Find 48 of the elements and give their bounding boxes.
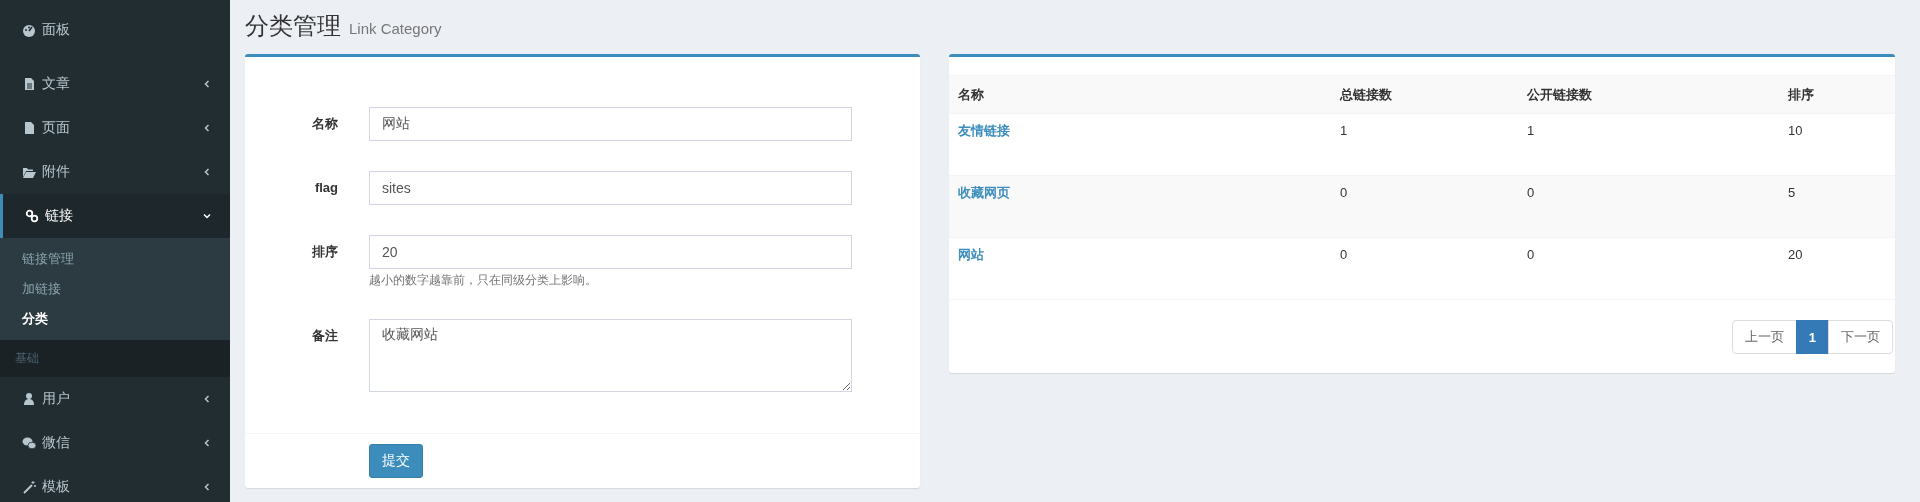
page-subtitle: Link Category (349, 20, 442, 37)
wand-icon (22, 480, 36, 494)
document-icon (22, 77, 36, 91)
next-page-button[interactable]: 下一页 (1828, 320, 1893, 354)
prev-page-button[interactable]: 上一页 (1731, 320, 1797, 354)
table-cell: 20 (1779, 237, 1895, 300)
table-cell: 0 (1331, 237, 1518, 300)
field-label: 名称 (311, 115, 338, 133)
column-header: 公开链接数 (1518, 75, 1779, 114)
sidebar-item[interactable]: 模板 (0, 465, 230, 502)
sidebar-item[interactable]: 链接 (0, 194, 230, 238)
text-field[interactable]: 网站 (369, 107, 852, 141)
submenu-item[interactable]: 分类 (0, 304, 230, 334)
category-link[interactable]: 收藏网页 (958, 185, 1010, 200)
sidebar-item[interactable]: 文章 (0, 62, 230, 106)
column-header: 总链接数 (1331, 75, 1518, 114)
text-field[interactable]: 20 (369, 235, 852, 269)
sidebar-item[interactable]: 面板 (0, 8, 230, 52)
gauge-icon (22, 23, 36, 37)
sidebar-item[interactable]: 页面 (0, 106, 230, 150)
table-cell: 0 (1331, 175, 1518, 238)
submenu-item[interactable]: 加链接 (0, 274, 230, 304)
table-cell: 0 (1518, 237, 1779, 300)
field-label: flag (313, 179, 338, 197)
sidebar-item[interactable]: 附件 (0, 150, 230, 194)
table-cell: 0 (1518, 175, 1779, 238)
category-link[interactable]: 网站 (958, 247, 984, 262)
sidebar-section-header: 基础 (0, 340, 230, 377)
page-title: 分类管理 (245, 11, 341, 41)
chat-bubbles-icon (22, 436, 36, 450)
user-icon (22, 392, 36, 406)
field-label: 排序 (311, 243, 338, 261)
submit-button[interactable]: 提交 (369, 444, 423, 478)
folder-icon (22, 165, 36, 179)
help-text: 越小的数字越靠前，只在同级分类上影响。 (369, 272, 598, 289)
text-area[interactable]: 收藏网站 (369, 319, 852, 392)
category-link[interactable]: 友情链接 (958, 123, 1010, 138)
text-field[interactable]: sites (369, 171, 852, 205)
sidebar-item[interactable]: 微信 (0, 421, 230, 465)
column-header: 名称 (949, 75, 1331, 114)
file-icon (22, 121, 36, 135)
link-icon (25, 209, 39, 223)
field-label: 备注 (311, 327, 338, 345)
sidebar-item[interactable]: 用户 (0, 377, 230, 421)
table-cell: 5 (1779, 175, 1895, 238)
submenu-item[interactable]: 链接管理 (0, 244, 230, 274)
column-header: 排序 (1779, 75, 1895, 114)
page-button[interactable]: 1 (1795, 320, 1829, 354)
